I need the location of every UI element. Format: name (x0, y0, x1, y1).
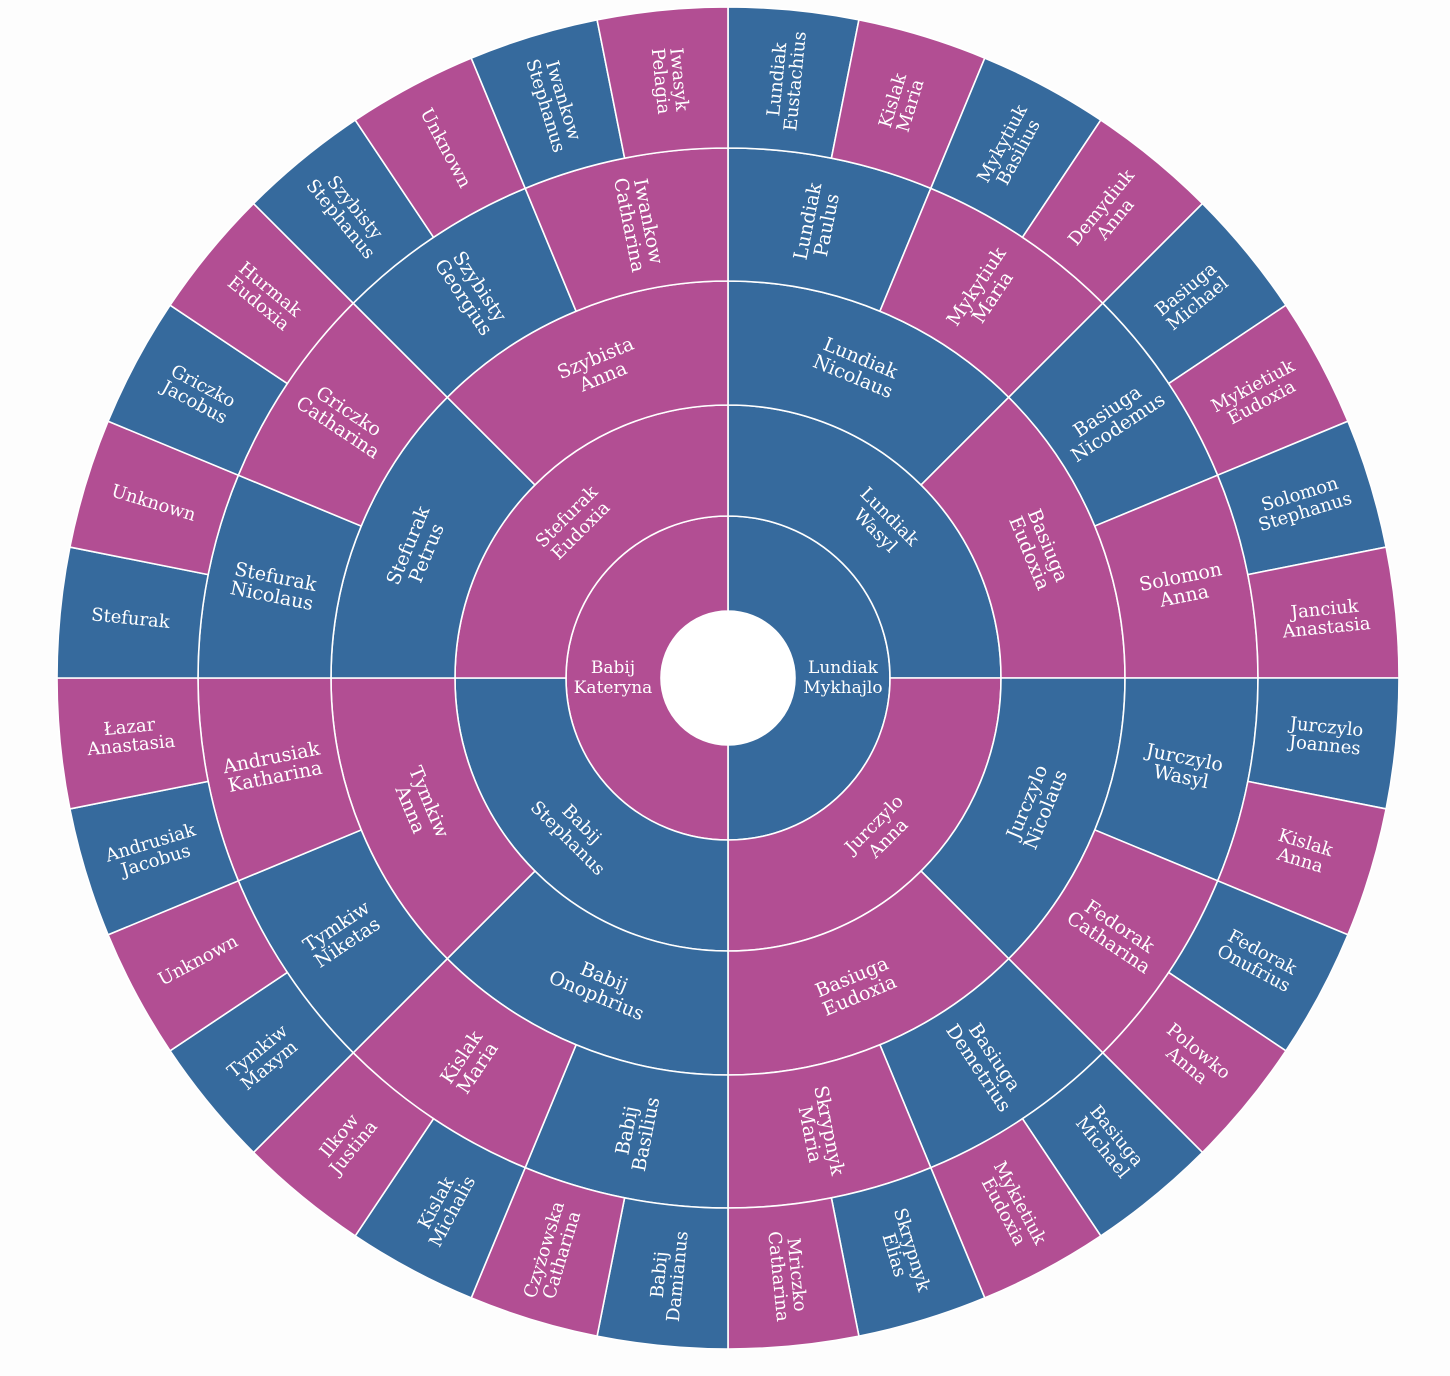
ancestor-surname: Babij (591, 658, 635, 678)
ancestor-name: Lundiak Mykhajlo (803, 658, 882, 698)
ancestor-given-name: Kateryna (574, 677, 653, 697)
ancestor-surname: Lundiak (808, 658, 879, 678)
ancestor-name: IwasykPelagia (647, 45, 693, 115)
pedigree-fan-chart: Lundiak MykhajloBabij KaterynaLundiakWasyl… (56, 6, 1400, 1350)
center-hub (661, 611, 795, 745)
ancestor-name: JurczyloJoannes (1285, 713, 1364, 760)
ancestor-given-name: Mykhajlo (803, 677, 882, 697)
